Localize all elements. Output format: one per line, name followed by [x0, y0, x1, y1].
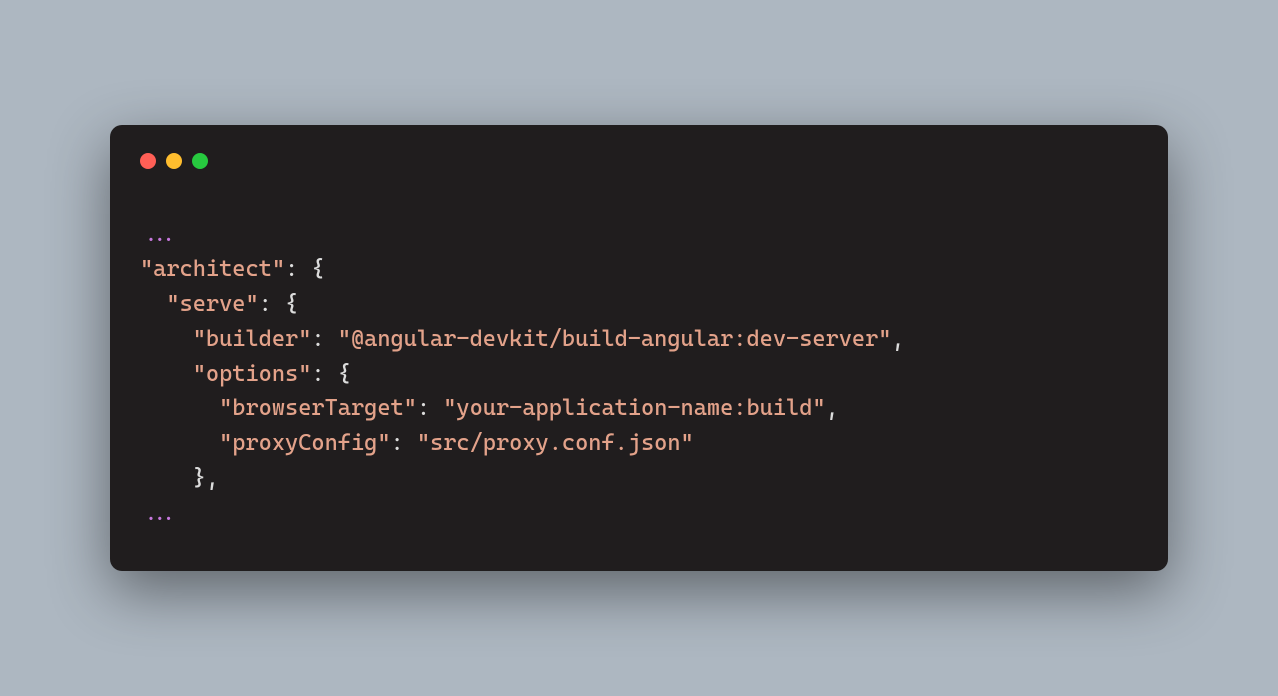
- brace-open: {: [285, 291, 298, 317]
- minimize-icon[interactable]: [166, 153, 182, 169]
- brace-close-comma: },: [193, 465, 219, 491]
- punct: :: [285, 256, 311, 282]
- punct: :: [311, 326, 337, 352]
- key-architect: "architect": [140, 256, 285, 282]
- indent: [140, 395, 219, 421]
- key-browsertarget: "browserTarget": [219, 395, 417, 421]
- value-browsertarget: "your-application-name:build": [443, 395, 825, 421]
- indent: [140, 361, 193, 387]
- code-block: ... "architect": { "serve": { "builder":…: [140, 217, 1138, 531]
- key-serve: "serve": [166, 291, 258, 317]
- value-proxyconfig: "src/proxy.conf.json": [417, 430, 694, 456]
- comma: ,: [826, 395, 839, 421]
- indent: [140, 430, 219, 456]
- key-proxyconfig: "proxyConfig": [219, 430, 390, 456]
- key-builder: "builder": [193, 326, 312, 352]
- maximize-icon[interactable]: [192, 153, 208, 169]
- traffic-lights: [140, 153, 1138, 169]
- code-window: ... "architect": { "serve": { "builder":…: [110, 125, 1168, 571]
- ellipsis-bottom: ...: [140, 500, 180, 526]
- punct: :: [311, 361, 337, 387]
- brace-open: {: [311, 256, 324, 282]
- close-icon[interactable]: [140, 153, 156, 169]
- punct: :: [391, 430, 417, 456]
- ellipsis-top: ...: [140, 221, 180, 247]
- key-options: "options": [193, 361, 312, 387]
- indent: [140, 291, 166, 317]
- punct: :: [417, 395, 443, 421]
- indent: [140, 465, 193, 491]
- indent: [140, 326, 193, 352]
- comma: ,: [891, 326, 904, 352]
- punct: :: [259, 291, 285, 317]
- brace-open: {: [338, 361, 351, 387]
- value-builder: "@angular-devkit/build-angular:dev-serve…: [338, 326, 892, 352]
